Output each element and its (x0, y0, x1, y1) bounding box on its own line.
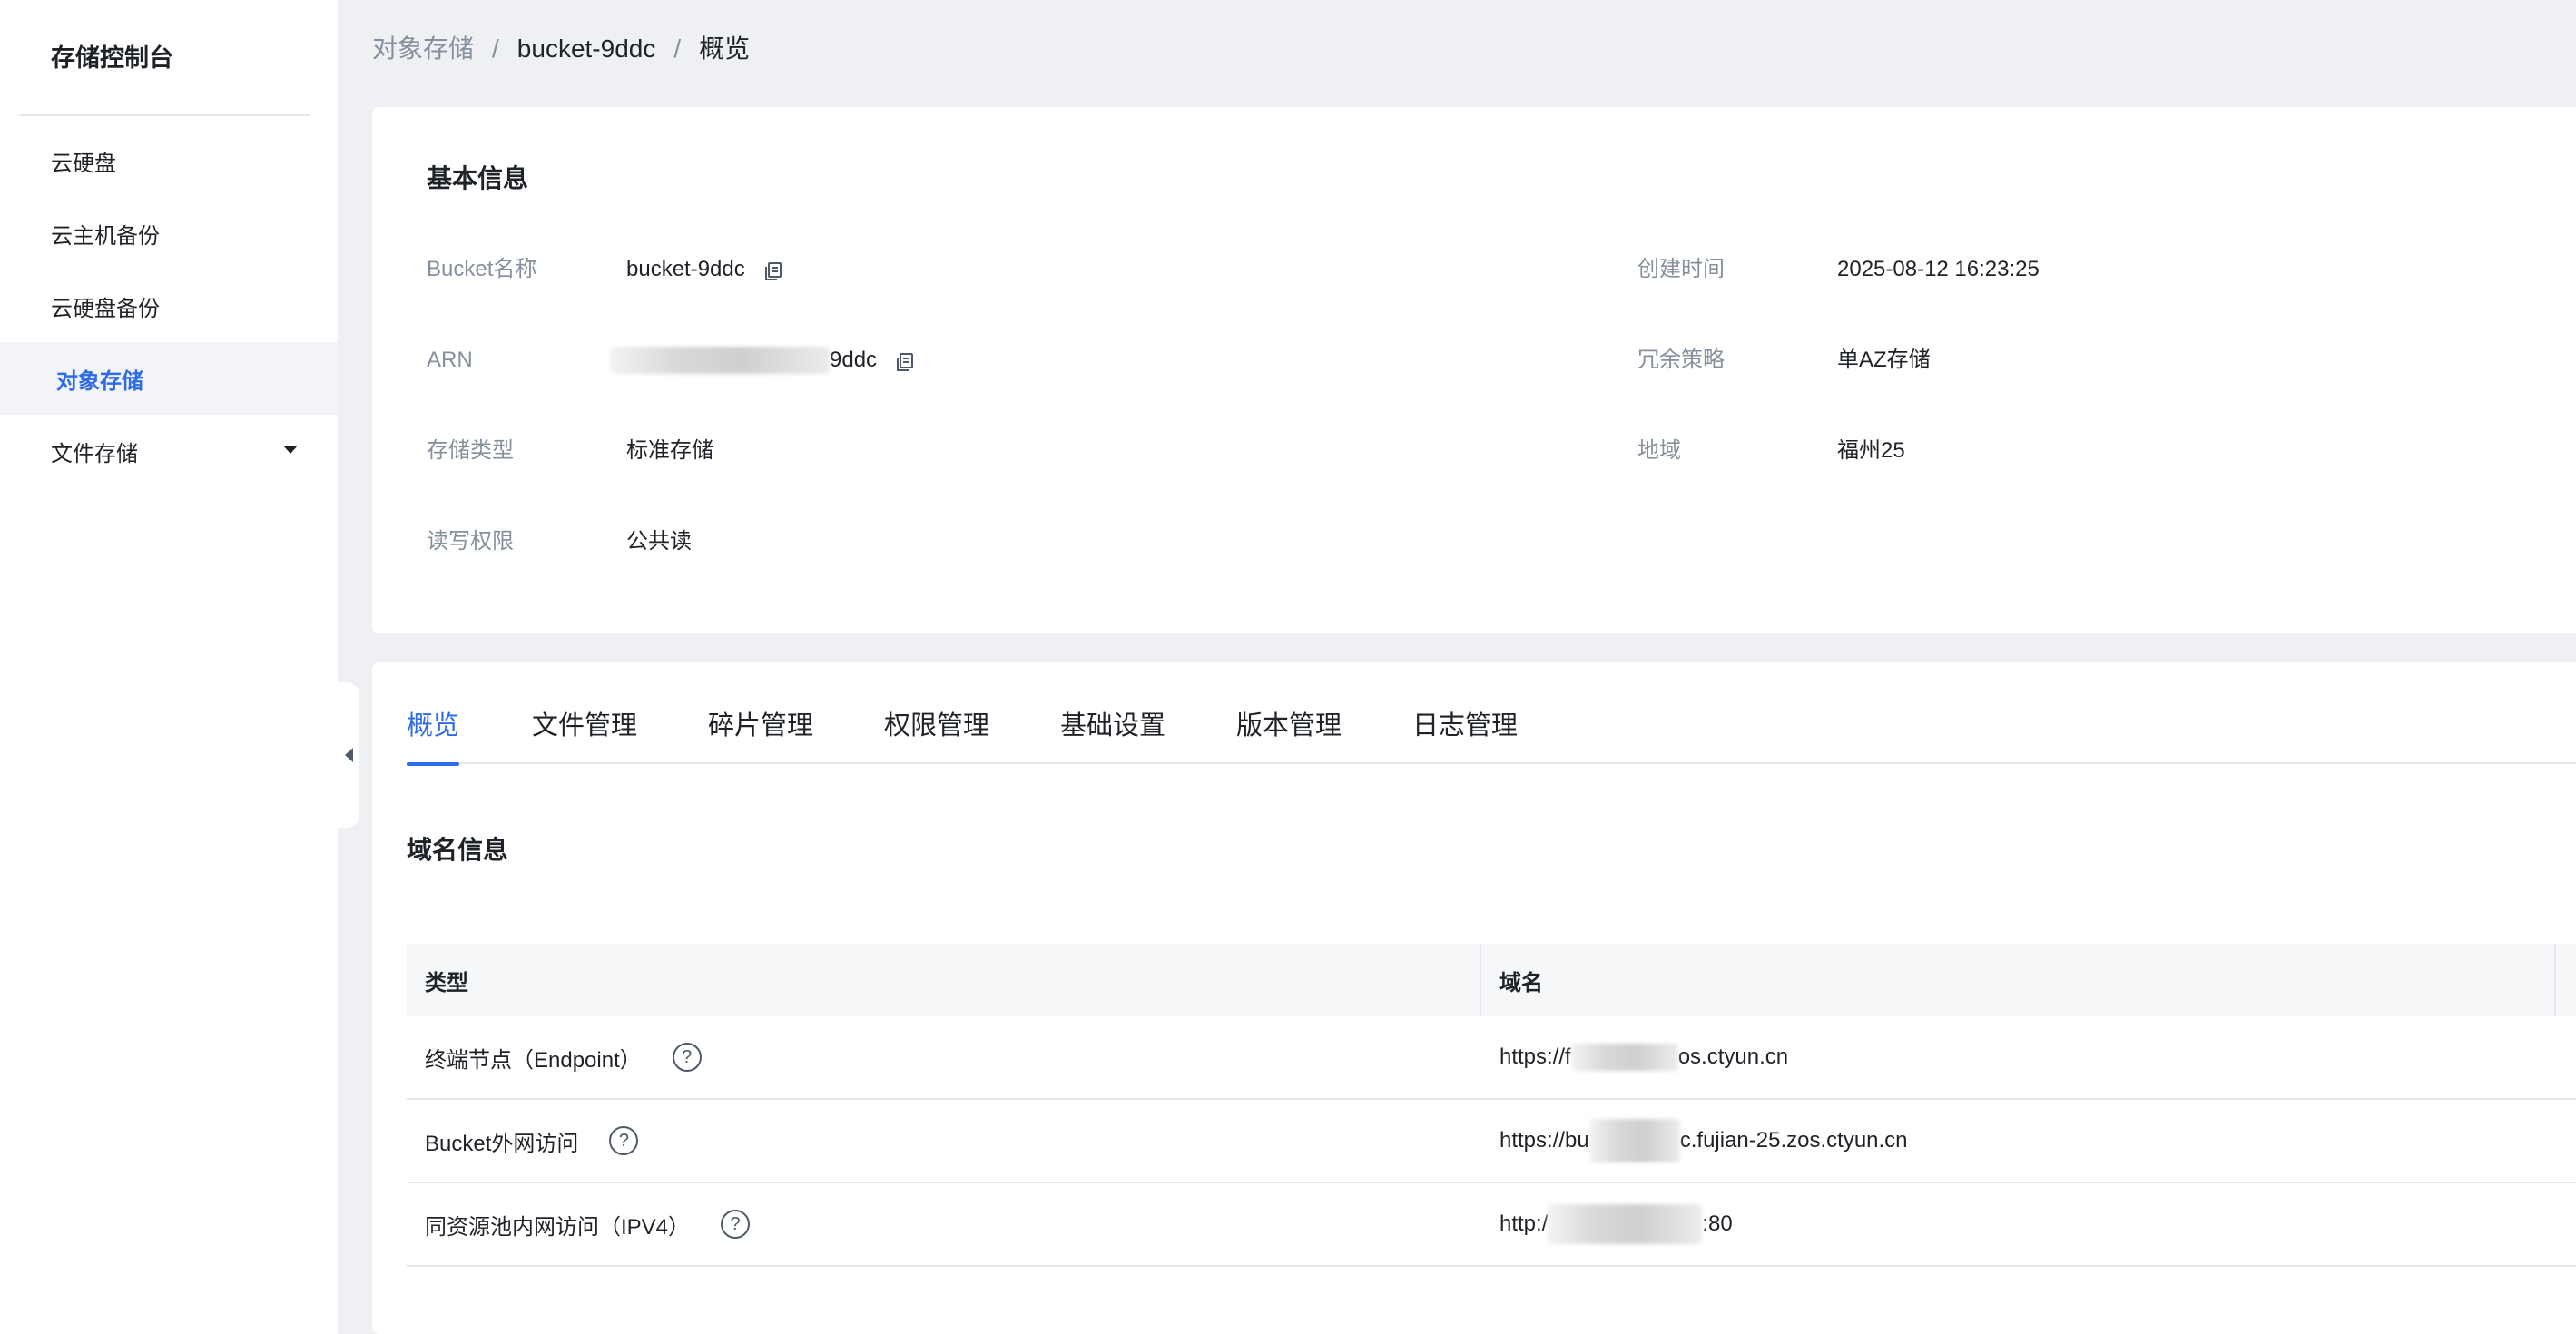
sidebar-title: 存储控制台 (51, 44, 173, 72)
sidebar-item-vm-backup[interactable]: 云主机备份 (0, 197, 338, 270)
redacted-block (610, 347, 830, 374)
breadcrumb: 对象存储 / bucket-9ddc / 概览 (372, 31, 750, 67)
domain-info-title: 域名信息 (407, 836, 509, 864)
chevron-left-icon (344, 748, 353, 762)
access-value: 公共读 (626, 529, 692, 554)
row-type-cell: 同资源池内网访问（IPV4） ? (425, 1183, 751, 1265)
help-icon[interactable]: ? (721, 1210, 751, 1239)
row-type-text: Bucket外网访问 (425, 1131, 579, 1156)
domain-prefix: https://bu (1499, 1128, 1589, 1153)
tab-permission-management[interactable]: 权限管理 (884, 708, 989, 764)
redundancy-value: 单AZ存储 (1837, 348, 1931, 372)
table-row: 同资源池内网访问（IPV4） ? http:/ :80 (407, 1183, 2576, 1267)
redacted-block (1570, 1044, 1678, 1071)
copy-icon[interactable] (895, 350, 915, 371)
sidebar-item-label: 云硬盘备份 (51, 296, 160, 321)
domain-prefix: http:/ (1499, 1211, 1549, 1236)
sidebar-item-disk-backup[interactable]: 云硬盘备份 (0, 270, 338, 342)
basic-info-card: 基本信息 Bucket名称 bucket-9ddc ARN 9ddc 存储类型 … (372, 107, 2576, 633)
domain-prefix: https://f (1499, 1045, 1571, 1069)
created-time-value: 2025-08-12 16:23:25 (1837, 257, 2040, 281)
tab-basic-settings[interactable]: 基础设置 (1060, 708, 1165, 764)
redundancy-label: 冗余策略 (1637, 348, 1725, 372)
redacted-block (1588, 1119, 1680, 1162)
sidebar-item-file-storage[interactable]: 文件存储 (0, 415, 338, 487)
sidebar-item-cloud-disk[interactable]: 云硬盘 (0, 124, 338, 197)
sidebar-item-label: 对象存储 (56, 368, 143, 394)
sidebar-item-label: 云硬盘 (51, 151, 116, 176)
arn-label: ARN (427, 348, 473, 372)
column-divider (1480, 944, 1481, 1016)
table-row: Bucket外网访问 ? https://bu c.fujian-25.zos.… (407, 1100, 2576, 1183)
created-time-label: 创建时间 (1637, 257, 1725, 281)
domain-table: 类型 域名 终端节点（Endpoint） ? https://f os.ctyu… (407, 944, 2576, 1267)
tab-file-management[interactable]: 文件管理 (532, 708, 637, 764)
breadcrumb-separator: / (492, 34, 499, 63)
row-domain-cell: https://f os.ctyun.cn (1499, 1016, 1788, 1098)
sidebar-divider (20, 114, 310, 116)
tab-bar: 概览 文件管理 碎片管理 权限管理 基础设置 版本管理 日志管理 (407, 708, 2576, 766)
row-domain-cell: https://bu c.fujian-25.zos.ctyun.cn (1499, 1100, 1908, 1182)
sidebar-item-object-storage[interactable]: 对象存储 (0, 342, 338, 415)
access-label: 读写权限 (427, 529, 514, 554)
tab-version-management[interactable]: 版本管理 (1236, 708, 1342, 764)
arn-text: 9ddc (830, 348, 878, 372)
basic-info-title: 基本信息 (427, 164, 529, 192)
chevron-down-icon (283, 446, 298, 454)
column-header-domain: 域名 (1499, 970, 1543, 996)
column-divider (2554, 944, 2556, 1016)
detail-card: 概览 文件管理 碎片管理 权限管理 基础设置 版本管理 日志管理 域名信息 类型… (372, 662, 2576, 1334)
domain-suffix: c.fujian-25.zos.ctyun.cn (1679, 1128, 1908, 1153)
tab-overview[interactable]: 概览 (407, 708, 460, 766)
domain-suffix: os.ctyun.cn (1677, 1045, 1789, 1069)
arn-value: 9ddc (610, 345, 915, 376)
column-header-type: 类型 (425, 970, 468, 996)
storage-type-value: 标准存储 (626, 438, 713, 463)
help-icon[interactable]: ? (672, 1043, 702, 1072)
table-header: 类型 域名 (407, 944, 2576, 1016)
table-row: 终端节点（Endpoint） ? https://f os.ctyun.cn (407, 1016, 2576, 1100)
region-label: 地域 (1637, 438, 1681, 463)
tab-log-management[interactable]: 日志管理 (1412, 708, 1518, 764)
breadcrumb-object-storage[interactable]: 对象存储 (372, 31, 474, 67)
sidebar: 存储控制台 云硬盘 云主机备份 云硬盘备份 对象存储 文件存储 (0, 0, 338, 1334)
row-type-cell: Bucket外网访问 ? (425, 1100, 639, 1182)
breadcrumb-current: 概览 (699, 34, 751, 63)
row-domain-cell: http:/ :80 (1499, 1183, 1733, 1265)
row-type-text: 同资源池内网访问（IPV4） (425, 1214, 691, 1240)
bucket-name-text: bucket-9ddc (626, 257, 745, 281)
region-value: 福州25 (1837, 438, 1905, 463)
redacted-block (1548, 1204, 1703, 1244)
bucket-name-label: Bucket名称 (427, 257, 537, 281)
help-icon[interactable]: ? (609, 1126, 639, 1155)
bucket-name-value: bucket-9ddc (626, 254, 783, 285)
breadcrumb-separator: / (673, 34, 682, 63)
sidebar-item-label: 文件存储 (51, 441, 138, 466)
tab-fragment-management[interactable]: 碎片管理 (708, 708, 813, 764)
storage-type-label: 存储类型 (427, 438, 514, 463)
breadcrumb-bucket[interactable]: bucket-9ddc (517, 31, 656, 67)
sidebar-collapse-button[interactable] (338, 682, 359, 828)
row-type-cell: 终端节点（Endpoint） ? (425, 1016, 702, 1098)
sidebar-item-label: 云主机备份 (51, 223, 160, 249)
domain-suffix: :80 (1702, 1211, 1733, 1236)
copy-icon[interactable] (763, 260, 783, 280)
row-type-text: 终端节点（Endpoint） (425, 1047, 642, 1073)
